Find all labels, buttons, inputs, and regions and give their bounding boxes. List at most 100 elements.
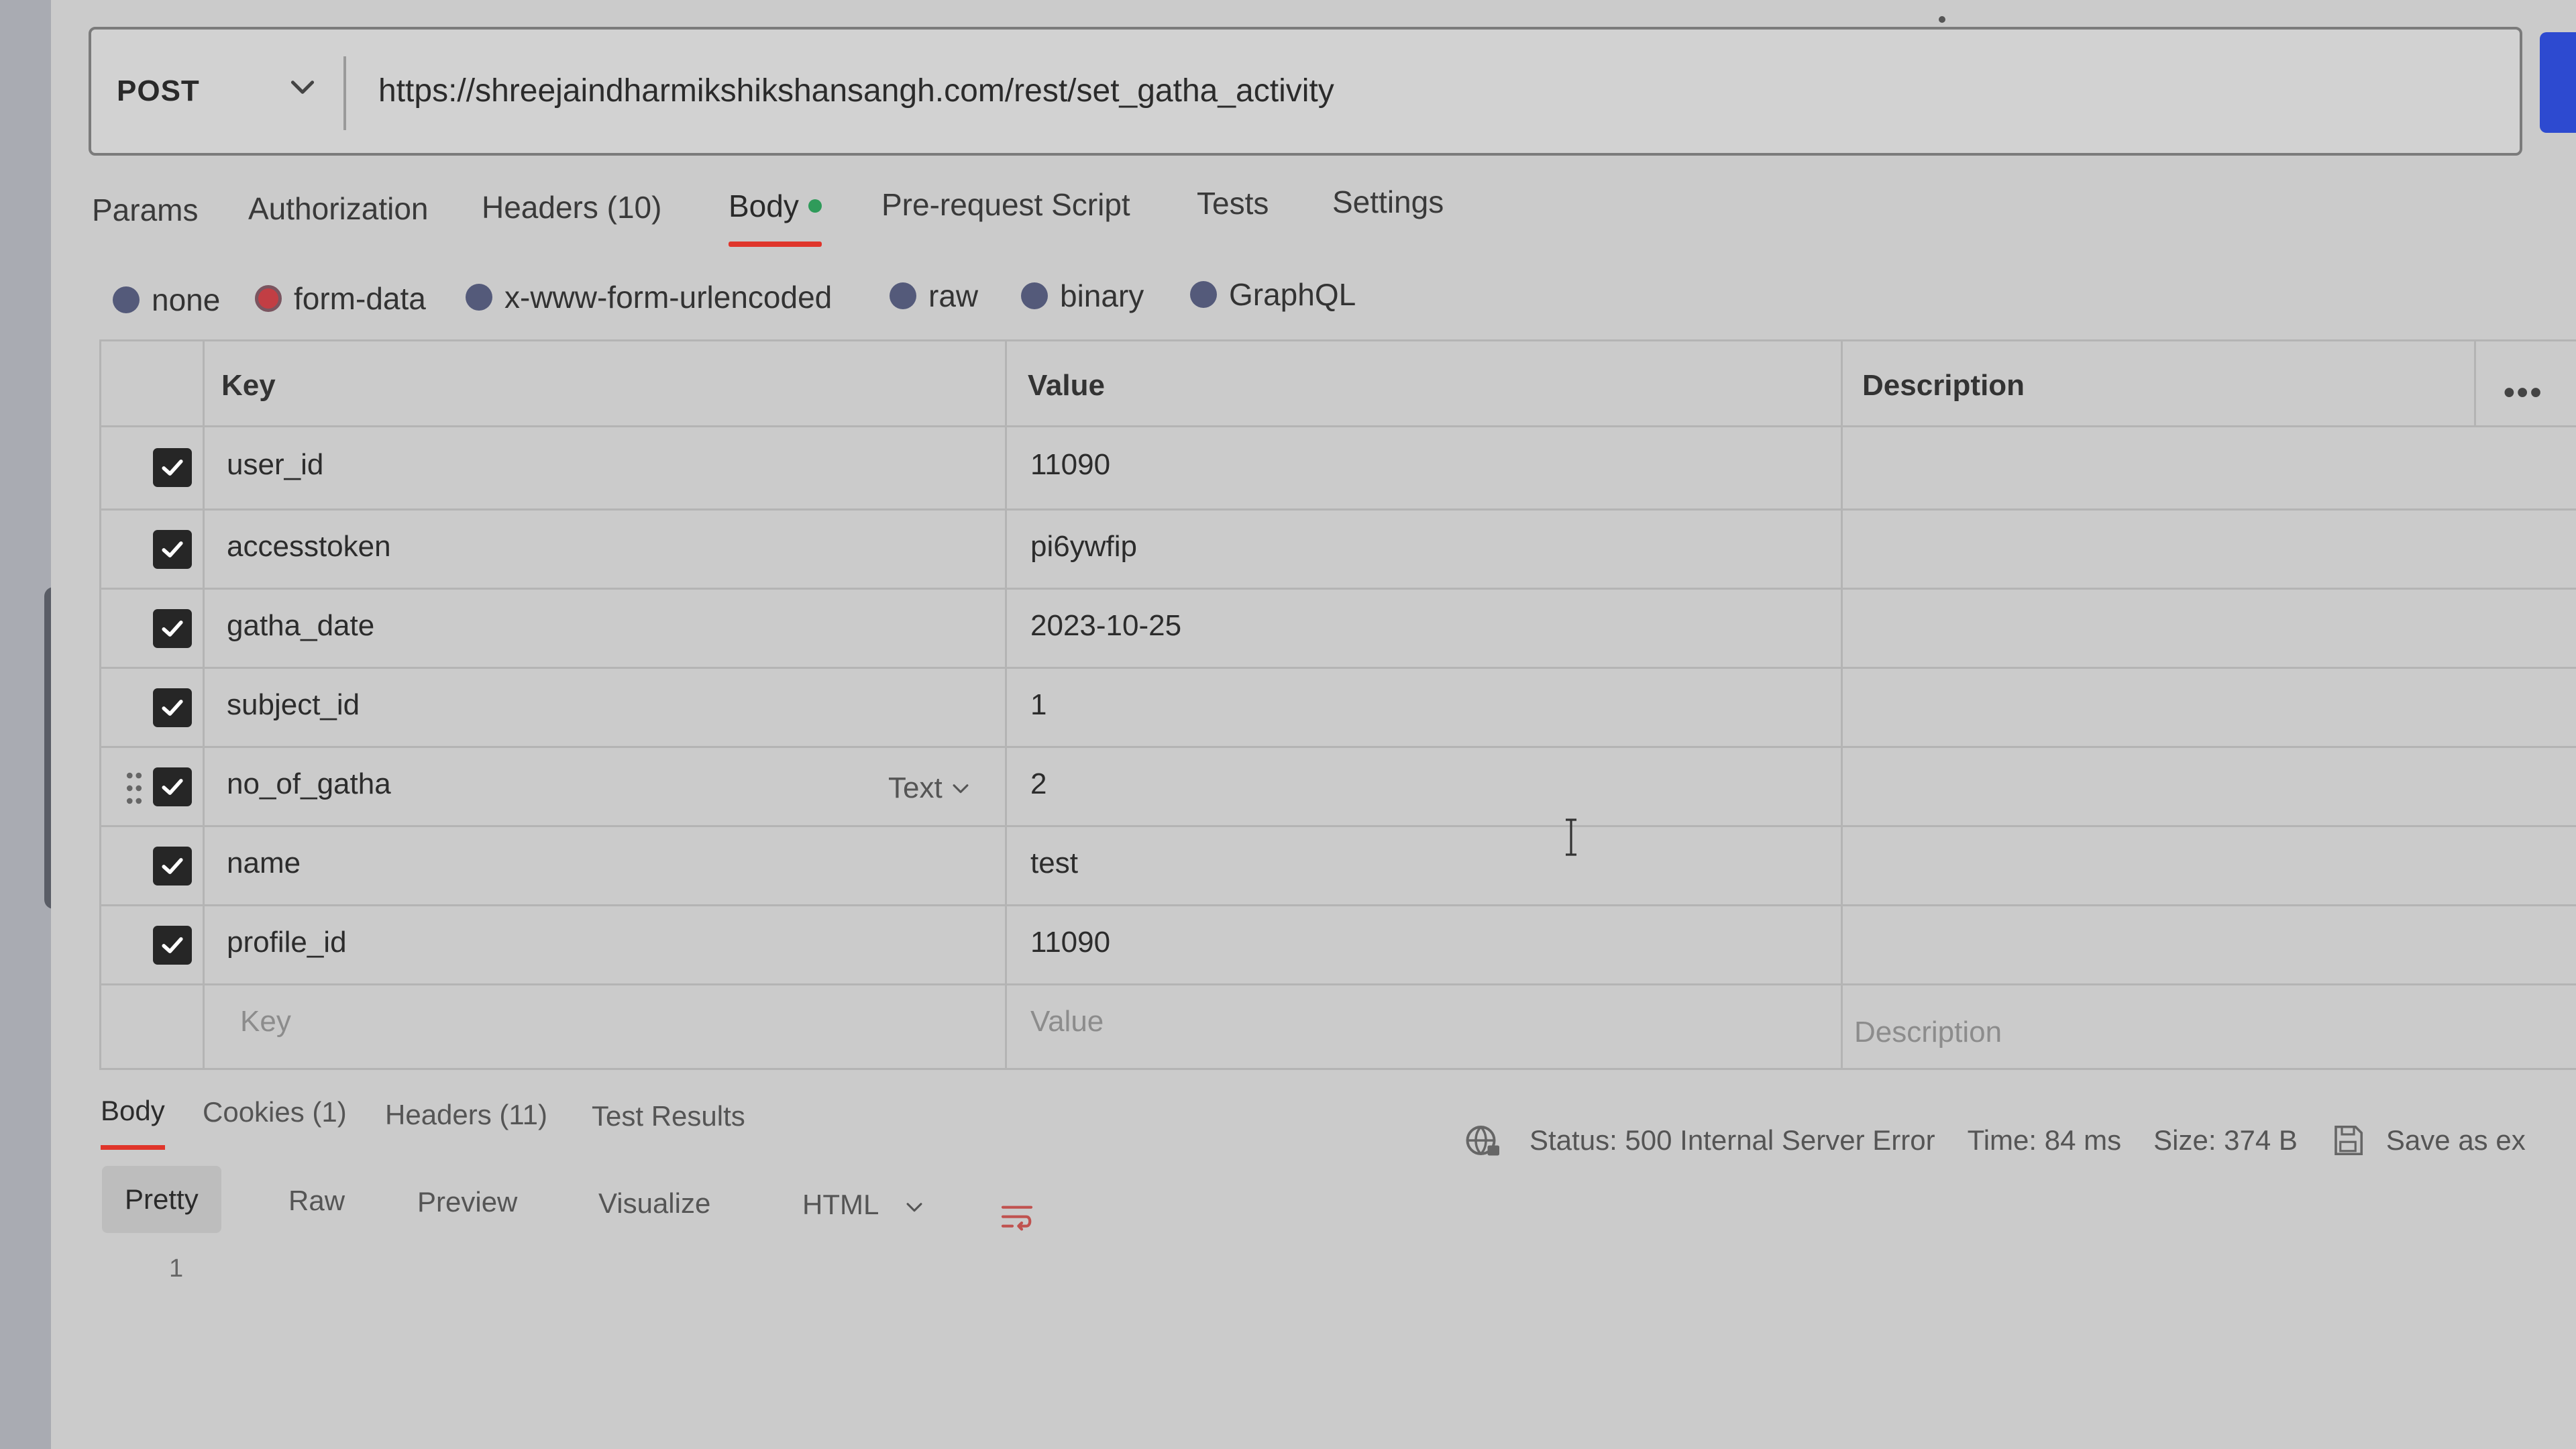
format-select[interactable]: HTML	[780, 1171, 949, 1238]
value-cell[interactable]: test	[1030, 847, 1078, 880]
tab-label: Body	[729, 189, 799, 223]
line-number: 1	[169, 1254, 184, 1283]
status-text[interactable]: Status: 500 Internal Server Error	[1529, 1124, 1935, 1157]
tab-settings[interactable]: Settings	[1332, 184, 1444, 220]
row-checkbox[interactable]	[153, 448, 192, 487]
column-header-key: Key	[221, 369, 276, 402]
tab-tests[interactable]: Tests	[1197, 185, 1269, 221]
value-cell[interactable]: 11090	[1030, 448, 1110, 482]
radio-circle-icon	[113, 286, 140, 313]
column-header-value: Value	[1028, 369, 1105, 402]
tab-headers[interactable]: Headers (10)	[482, 189, 661, 225]
checkmark-icon	[162, 779, 183, 795]
format-label: HTML	[802, 1189, 878, 1220]
radio-binary[interactable]: binary	[1021, 278, 1144, 314]
table-row: subject_id 1	[99, 669, 2576, 749]
radio-x-www-form-urlencoded[interactable]: x-www-form-urlencoded	[466, 279, 832, 315]
active-tab-underline	[729, 241, 822, 247]
tab-label: Body	[101, 1095, 165, 1126]
new-value-input[interactable]: Value	[1030, 1005, 1104, 1038]
value-cell[interactable]: 11090	[1030, 926, 1110, 959]
send-button[interactable]	[2540, 32, 2576, 133]
radio-circle-icon	[1021, 282, 1048, 309]
radio-label: binary	[1060, 278, 1144, 313]
chevron-down-icon	[290, 80, 315, 94]
key-cell[interactable]: name	[227, 847, 301, 880]
text-cursor-icon	[1566, 818, 1576, 856]
checkmark-icon	[162, 541, 183, 557]
radio-none[interactable]: none	[113, 282, 220, 318]
new-description-input[interactable]: Description	[1854, 1016, 2002, 1049]
wrap-lines-icon[interactable]	[998, 1199, 1036, 1237]
row-checkbox[interactable]	[153, 926, 192, 965]
table-border	[2474, 339, 2476, 425]
view-pretty-button[interactable]: Pretty	[102, 1166, 221, 1233]
tab-params[interactable]: Params	[92, 192, 198, 228]
radio-label: form-data	[294, 281, 426, 316]
tab-label: Test Results	[592, 1100, 745, 1132]
table-border	[99, 425, 2576, 427]
response-tab-body[interactable]: Body	[101, 1095, 165, 1150]
view-preview-button[interactable]: Preview	[394, 1169, 540, 1236]
tab-pre-request-script[interactable]: Pre-request Script	[881, 186, 1130, 223]
globe-lock-icon[interactable]	[1462, 1120, 1503, 1161]
left-sidebar	[0, 0, 63, 1449]
method-select[interactable]: POST	[91, 30, 346, 153]
response-tab-cookies[interactable]: Cookies (1)	[203, 1096, 347, 1128]
checkmark-icon	[162, 858, 183, 874]
row-checkbox[interactable]	[153, 847, 192, 885]
url-input[interactable]: https://shreejaindharmikshikshansangh.co…	[378, 30, 1334, 153]
response-tab-test-results[interactable]: Test Results	[592, 1100, 745, 1132]
table-row: accesstoken pi6ywfip	[99, 511, 2576, 590]
active-tab-underline	[101, 1145, 165, 1150]
table-border	[99, 508, 2576, 511]
radio-circle-icon	[1190, 281, 1217, 308]
radio-raw[interactable]: raw	[890, 278, 978, 314]
value-cell[interactable]: pi6ywfip	[1030, 530, 1137, 564]
checkmark-icon	[162, 621, 183, 637]
value-cell[interactable]: 2	[1030, 767, 1046, 801]
radio-form-data[interactable]: form-data	[255, 280, 426, 317]
tab-label: Pre-request Script	[881, 187, 1130, 222]
tab-body[interactable]: Body	[729, 188, 822, 247]
row-checkbox[interactable]	[153, 688, 192, 727]
chevron-down-icon	[953, 784, 969, 794]
table-border	[99, 1068, 2576, 1070]
view-visualize-button[interactable]: Visualize	[576, 1170, 733, 1237]
key-cell[interactable]: profile_id	[227, 926, 347, 959]
save-as-example-button[interactable]: Save as ex	[2330, 1122, 2526, 1159]
key-cell[interactable]: no_of_gatha	[227, 767, 391, 801]
more-options-icon[interactable]: •••	[2504, 374, 2543, 411]
tab-label: Settings	[1332, 184, 1444, 219]
time-text[interactable]: Time: 84 ms	[1968, 1124, 2121, 1157]
key-cell[interactable]: accesstoken	[227, 530, 391, 564]
radio-label: none	[152, 282, 221, 317]
view-raw-button[interactable]: Raw	[266, 1167, 368, 1234]
value-cell[interactable]: 2023-10-25	[1030, 609, 1181, 643]
table-row: profile_id 11090	[99, 907, 2576, 986]
key-cell[interactable]: gatha_date	[227, 609, 374, 643]
key-type-select[interactable]: Text	[888, 771, 972, 805]
table-row: gatha_date 2023-10-25	[99, 590, 2576, 669]
method-divider	[343, 56, 346, 130]
tab-label: Headers (11)	[385, 1099, 547, 1130]
radio-graphql[interactable]: GraphQL	[1190, 276, 1356, 313]
form-data-table: Key Value Description ••• user_id 11090 …	[99, 339, 2576, 1077]
tab-authorization[interactable]: Authorization	[248, 191, 429, 227]
row-checkbox[interactable]	[153, 609, 192, 648]
key-cell[interactable]: user_id	[227, 448, 323, 482]
row-checkbox[interactable]	[153, 767, 192, 806]
chevron-down-icon	[906, 1203, 922, 1212]
checkmark-icon	[162, 937, 183, 953]
row-checkbox[interactable]	[153, 530, 192, 569]
new-key-input[interactable]: Key	[240, 1005, 291, 1038]
drag-handle-icon[interactable]	[125, 770, 144, 806]
column-header-description: Description	[1862, 369, 2025, 402]
tab-label: Params	[92, 193, 199, 227]
tab-label: Cookies (1)	[203, 1096, 347, 1128]
key-cell[interactable]: subject_id	[227, 688, 360, 722]
response-status-bar: Status: 500 Internal Server Error Time: …	[1462, 1120, 2526, 1161]
size-text[interactable]: Size: 374 B	[2153, 1124, 2298, 1157]
value-cell[interactable]: 1	[1030, 688, 1046, 722]
response-tab-headers[interactable]: Headers (11)	[385, 1099, 547, 1131]
